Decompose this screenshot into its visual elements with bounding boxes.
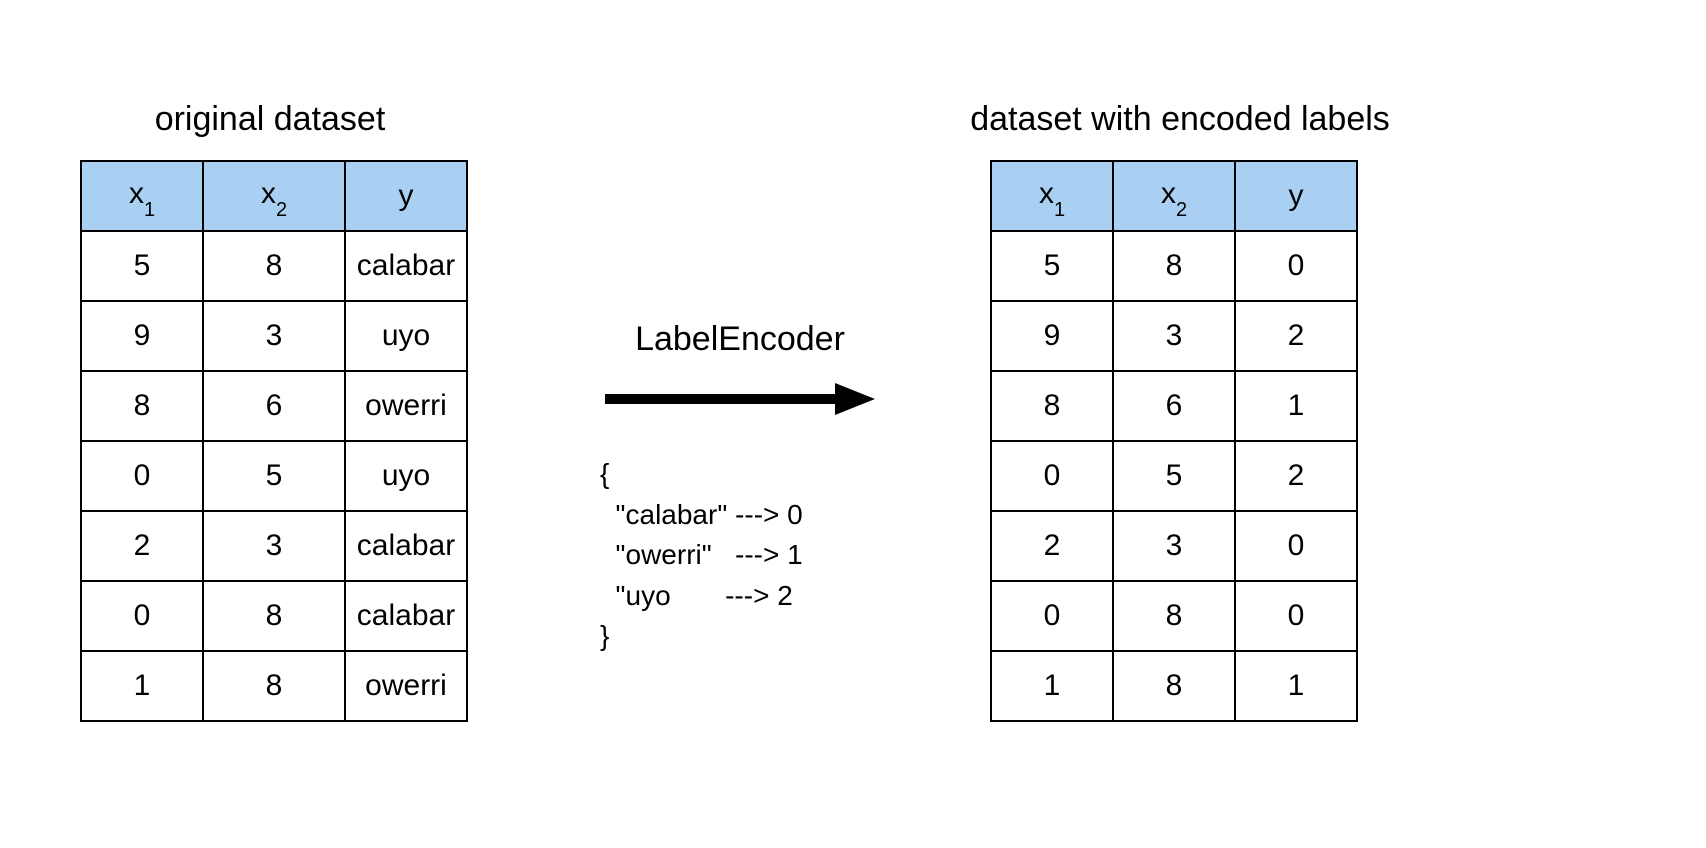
arrow-icon xyxy=(560,379,920,424)
table-row: 181 xyxy=(991,651,1357,721)
table-row: 08calabar xyxy=(81,581,467,651)
col-x2: x2 xyxy=(203,161,345,231)
label-mapping: { "calabar" ---> 0 "owerri" ---> 1 "uyo … xyxy=(560,454,920,657)
table-header-row: x1 x2 y xyxy=(991,161,1357,231)
table-row: 580 xyxy=(991,231,1357,301)
encoder-block: LabelEncoder { "calabar" ---> 0 "owerri"… xyxy=(560,320,920,657)
col-x2: x2 xyxy=(1113,161,1235,231)
table-row: 932 xyxy=(991,301,1357,371)
table-row: 052 xyxy=(991,441,1357,511)
table-row: 05uyo xyxy=(81,441,467,511)
right-table-title: dataset with encoded labels xyxy=(930,100,1430,139)
col-x1: x1 xyxy=(991,161,1113,231)
encoded-dataset-table: x1 x2 y 580 932 861 052 230 080 181 xyxy=(990,160,1358,722)
table-row: 58calabar xyxy=(81,231,467,301)
table-row: 861 xyxy=(991,371,1357,441)
original-dataset-table: x1 x2 y 58calabar 93uyo 86owerri 05uyo 2… xyxy=(80,160,468,722)
table-row: 18owerri xyxy=(81,651,467,721)
col-y: y xyxy=(1235,161,1357,231)
table-row: 23calabar xyxy=(81,511,467,581)
table-row: 86owerri xyxy=(81,371,467,441)
left-table-title: original dataset xyxy=(80,100,460,139)
table-row: 230 xyxy=(991,511,1357,581)
table-row: 080 xyxy=(991,581,1357,651)
col-x1: x1 xyxy=(81,161,203,231)
col-y: y xyxy=(345,161,467,231)
encoder-label: LabelEncoder xyxy=(560,320,920,359)
table-row: 93uyo xyxy=(81,301,467,371)
table-header-row: x1 x2 y xyxy=(81,161,467,231)
diagram-container: original dataset dataset with encoded la… xyxy=(0,0,1706,848)
